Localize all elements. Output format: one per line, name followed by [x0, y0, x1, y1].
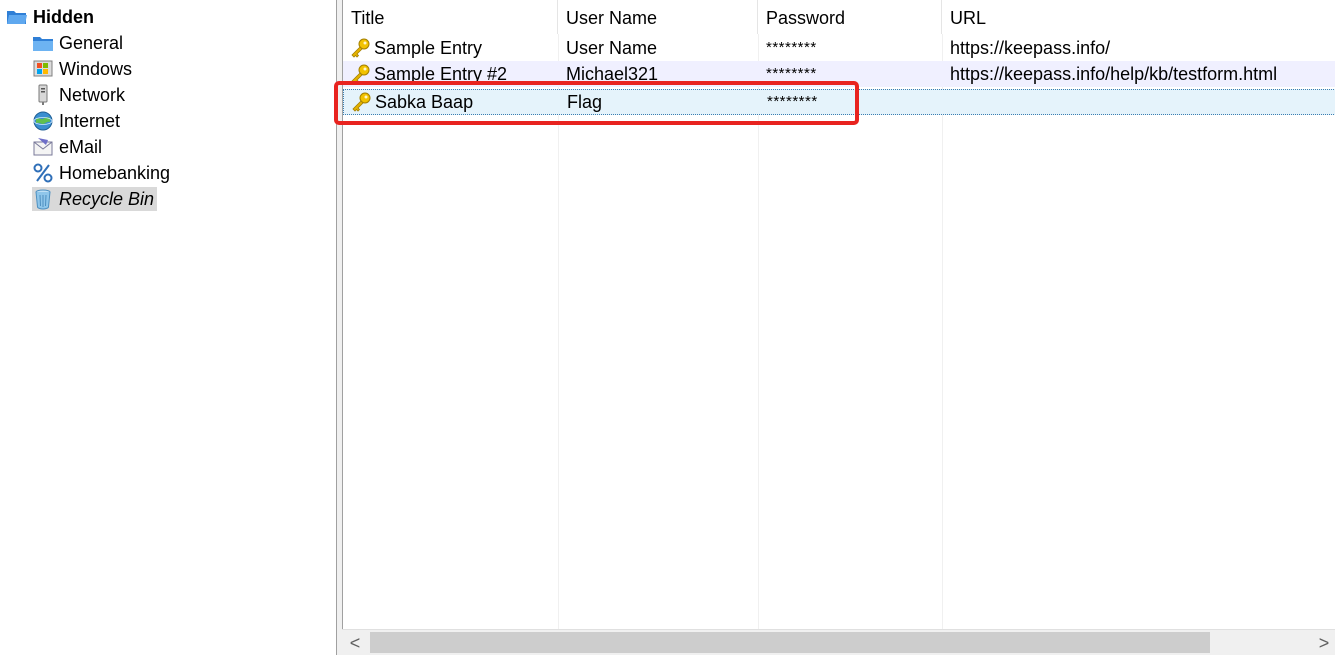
globe-icon: [33, 111, 53, 131]
tree-item-label: Recycle Bin: [59, 189, 155, 209]
column-divider: [558, 34, 559, 629]
tree-root-label: Hidden: [33, 7, 94, 27]
entry-username: User Name: [566, 38, 658, 58]
table-row-selected[interactable]: Sabka Baap Flag ********: [343, 89, 1335, 115]
tree-item-recycle-bin[interactable]: Recycle Bin: [32, 187, 158, 211]
group-tree[interactable]: Hidden General Windows Network Internet …: [0, 0, 337, 655]
entry-username: Flag: [567, 92, 603, 112]
tree-item-windows[interactable]: Windows: [32, 57, 132, 81]
column-header-url[interactable]: URL: [942, 0, 1335, 34]
tree-item-label: eMail: [59, 137, 103, 157]
entry-username: Michael321: [566, 64, 659, 84]
tree-root-hidden[interactable]: Hidden: [6, 5, 94, 29]
key-icon: [351, 38, 370, 58]
column-header-password[interactable]: Password: [758, 0, 942, 34]
entry-title-cell: Sabka Baap: [344, 89, 559, 115]
tree-item-internet[interactable]: Internet: [32, 109, 120, 133]
horizontal-scrollbar[interactable]: < >: [342, 629, 1335, 655]
scroll-right-button[interactable]: >: [1313, 630, 1335, 655]
key-icon: [352, 92, 371, 112]
tree-item-label: Windows: [59, 59, 133, 79]
recycle-bin-icon: [35, 189, 51, 210]
table-row[interactable]: Sample Entry User Name ******** https://…: [343, 35, 1335, 61]
entry-title: Sample Entry #2: [374, 64, 508, 84]
tree-item-label: Network: [59, 85, 126, 105]
entry-title-cell: Sample Entry: [343, 35, 558, 61]
column-divider: [758, 34, 759, 629]
percent-icon: [33, 163, 53, 183]
tree-item-homebanking[interactable]: Homebanking: [32, 161, 170, 185]
tree-item-general[interactable]: General: [32, 31, 123, 55]
table-row[interactable]: Sample Entry #2 Michael321 ******** http…: [343, 61, 1335, 87]
key-icon: [351, 64, 370, 84]
tree-item-label: Homebanking: [59, 163, 171, 183]
folder-open-icon: [7, 11, 27, 24]
column-divider: [942, 34, 943, 629]
entry-password: ********: [767, 93, 818, 110]
scrollbar-thumb[interactable]: [370, 632, 1210, 653]
column-header-title[interactable]: Title: [343, 0, 558, 34]
entry-url[interactable]: https://keepass.info/help/kb/testform.ht…: [942, 61, 1335, 87]
column-header-username[interactable]: User Name: [558, 0, 758, 34]
column-header-bar: Title User Name Password URL: [343, 0, 1335, 34]
folder-icon: [33, 37, 53, 51]
entry-title: Sample Entry: [374, 38, 483, 58]
tree-item-email[interactable]: eMail: [32, 135, 102, 159]
entry-password: ********: [766, 39, 817, 56]
tree-item-label: Internet: [59, 111, 121, 131]
entry-title: Sabka Baap: [375, 92, 474, 112]
tree-item-network[interactable]: Network: [32, 83, 125, 107]
network-server-icon: [38, 84, 48, 105]
envelope-icon: [33, 138, 53, 156]
scroll-left-button[interactable]: <: [344, 630, 366, 655]
windows-logo-icon: [33, 60, 53, 77]
entry-url[interactable]: https://keepass.info/: [942, 35, 1335, 61]
entry-list[interactable]: Title User Name Password URL Sample Entr…: [342, 0, 1335, 655]
tree-item-label: General: [59, 33, 124, 53]
entry-password: ********: [766, 65, 817, 82]
entry-title-cell: Sample Entry #2: [343, 61, 558, 87]
entry-url[interactable]: [943, 89, 1335, 115]
